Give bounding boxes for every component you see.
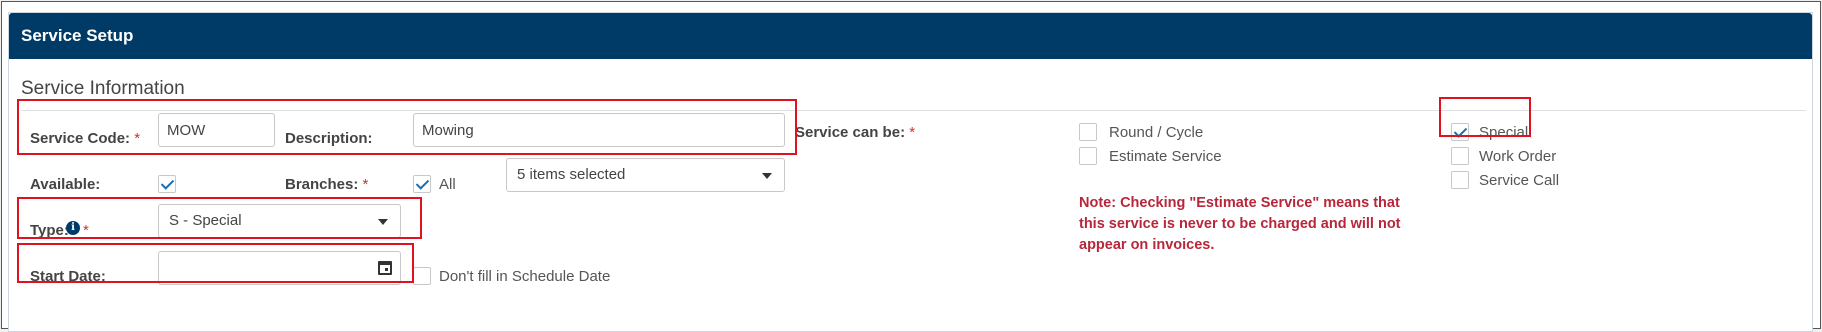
available-checkbox[interactable] bbox=[158, 175, 176, 193]
branches-label-text: Branches: bbox=[285, 176, 359, 193]
chevron-down-icon bbox=[762, 173, 772, 179]
service-can-be-label: Service can be: * bbox=[795, 124, 915, 141]
branches-all-label: All bbox=[439, 176, 456, 193]
highlight-type bbox=[17, 197, 422, 239]
service-call-label: Service Call bbox=[1479, 172, 1560, 189]
highlight-special bbox=[1439, 97, 1531, 137]
dont-fill-schedule-checkbox[interactable] bbox=[413, 267, 431, 285]
highlight-code-description bbox=[17, 99, 797, 155]
dont-fill-schedule-label: Don't fill in Schedule Date bbox=[439, 268, 611, 285]
panel-header: Service Setup bbox=[9, 13, 1812, 59]
branches-label: Branches: * bbox=[285, 176, 368, 193]
branches-selected-text: 5 items selected bbox=[517, 166, 626, 183]
round-cycle-label: Round / Cycle bbox=[1109, 124, 1204, 141]
work-order-checkbox[interactable] bbox=[1451, 147, 1469, 165]
estimate-service-checkbox[interactable] bbox=[1079, 147, 1097, 165]
window-frame: Service Setup Service Information Servic… bbox=[1, 1, 1821, 332]
required-marker: * bbox=[362, 176, 369, 193]
work-order-label: Work Order bbox=[1479, 148, 1557, 165]
estimate-service-label: Estimate Service bbox=[1109, 148, 1222, 165]
round-cycle-checkbox[interactable] bbox=[1079, 123, 1097, 141]
service-setup-panel: Service Setup Service Information Servic… bbox=[8, 12, 1813, 332]
service-call-checkbox[interactable] bbox=[1451, 171, 1469, 189]
branches-select[interactable]: 5 items selected bbox=[506, 158, 785, 192]
section-title: Service Information bbox=[21, 78, 185, 99]
highlight-start-date bbox=[17, 243, 414, 283]
estimate-service-note: Note: Checking "Estimate Service" means … bbox=[1079, 195, 1401, 253]
available-label: Available: bbox=[30, 176, 101, 193]
branches-all-checkbox[interactable] bbox=[413, 175, 431, 193]
required-marker: * bbox=[909, 124, 916, 141]
service-can-be-label-text: Service can be: bbox=[795, 124, 906, 141]
